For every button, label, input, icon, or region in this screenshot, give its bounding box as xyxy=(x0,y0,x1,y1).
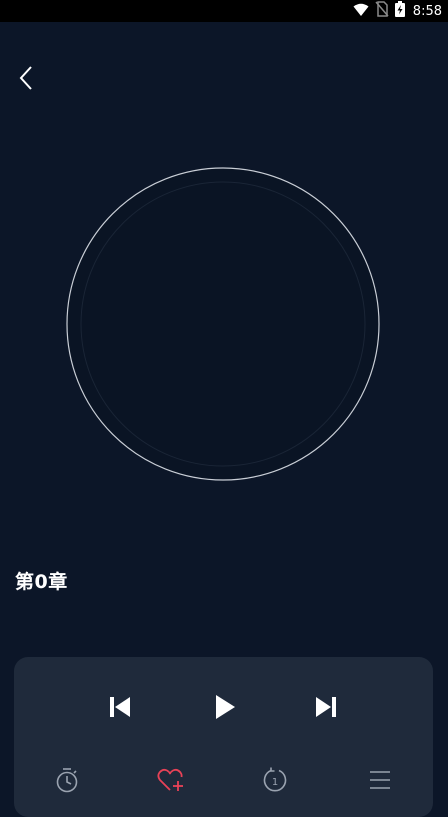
timer-button[interactable] xyxy=(52,767,82,797)
heart-plus-icon xyxy=(157,767,185,797)
skip-next-icon xyxy=(314,695,338,723)
back-button[interactable] xyxy=(12,66,40,94)
no-sim-icon xyxy=(375,1,389,21)
next-button[interactable] xyxy=(310,693,342,725)
skip-previous-icon xyxy=(108,695,132,723)
speed-value: 1 xyxy=(272,777,278,788)
status-bar: 8:58 xyxy=(0,0,448,22)
wifi-icon xyxy=(353,2,369,21)
status-icons: 8:58 xyxy=(353,1,442,21)
chapter-title: 第0章 xyxy=(15,571,68,593)
playlist-button[interactable] xyxy=(365,767,395,797)
player-panel: 1 xyxy=(14,657,433,817)
play-icon xyxy=(214,694,236,724)
previous-button[interactable] xyxy=(104,693,136,725)
battery-charging-icon xyxy=(394,1,405,21)
album-disc xyxy=(66,167,380,481)
playback-speed-icon: 1 xyxy=(262,767,288,797)
favorite-button[interactable] xyxy=(156,767,186,797)
list-icon xyxy=(368,769,392,795)
play-button[interactable] xyxy=(208,691,242,727)
playback-speed-button[interactable]: 1 xyxy=(260,767,290,797)
timer-icon xyxy=(55,767,79,797)
chevron-left-icon xyxy=(18,65,34,95)
status-time: 8:58 xyxy=(412,3,442,19)
